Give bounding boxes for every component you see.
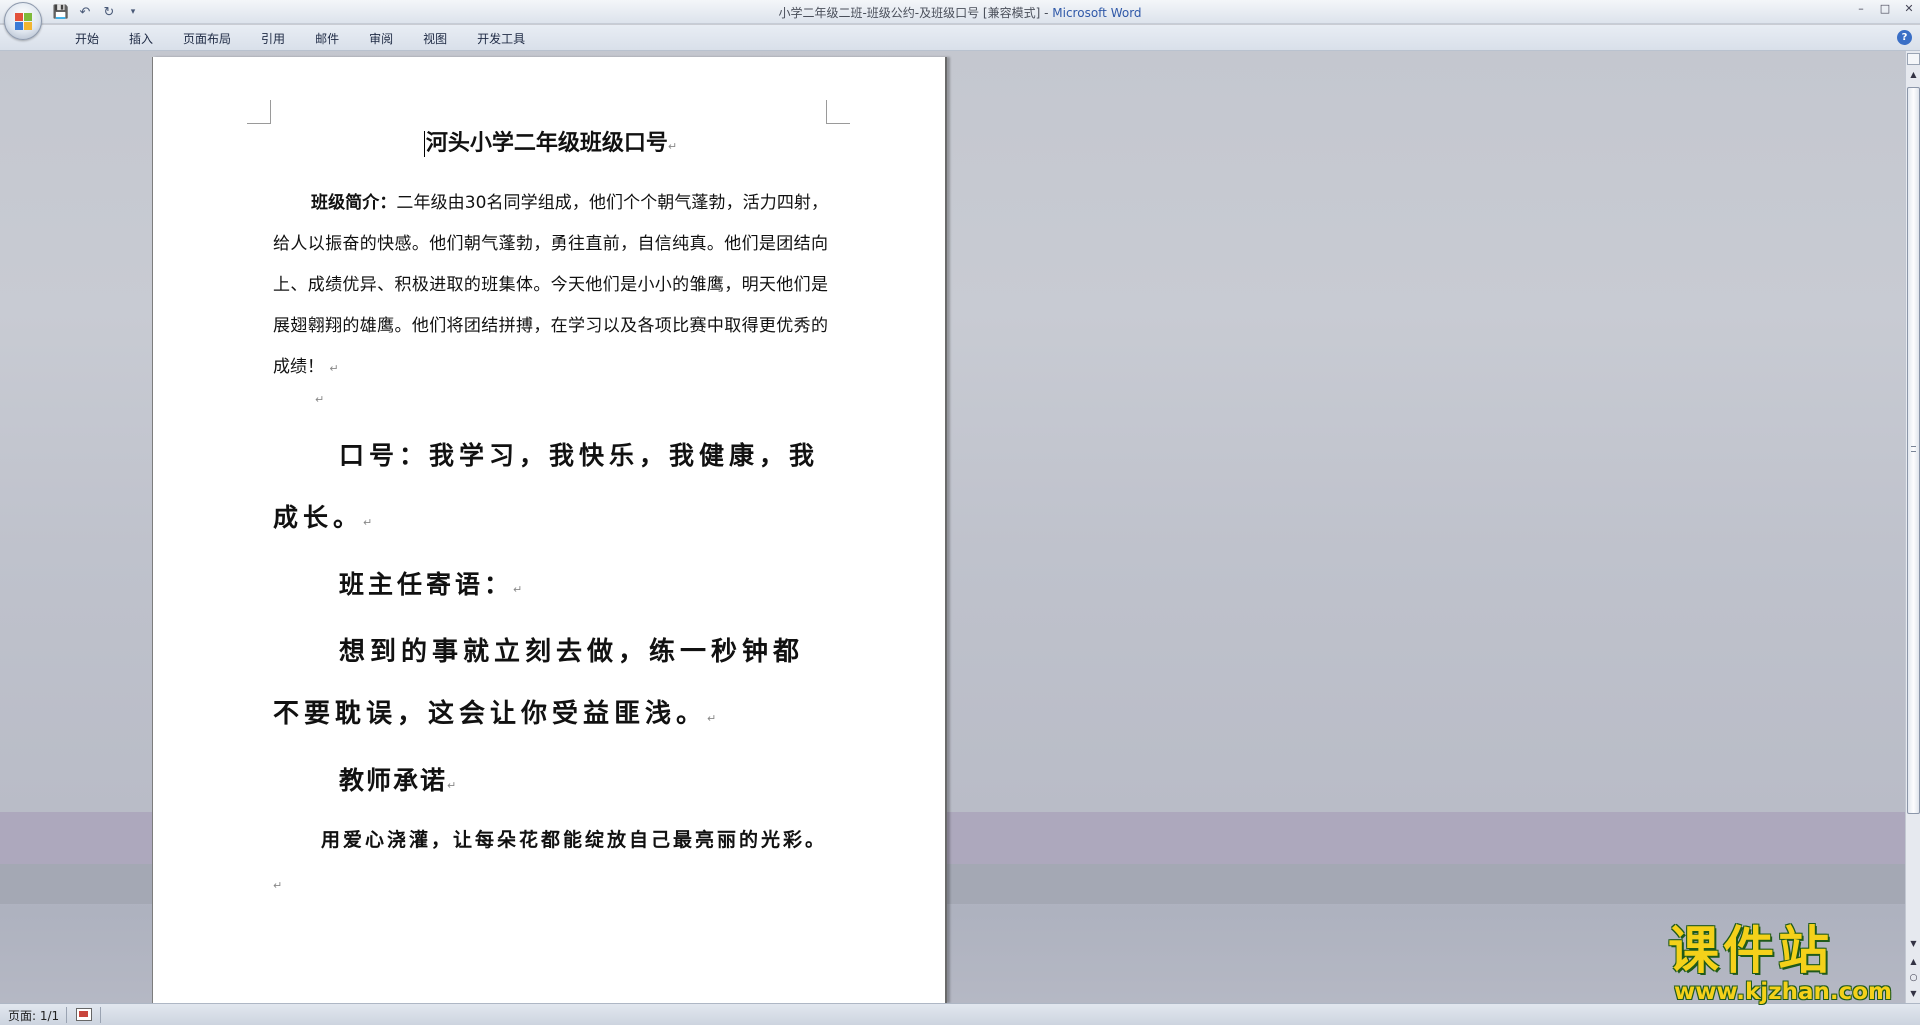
teacher-message-paragraph[interactable]: 想到的事就立刻去做，练一秒钟都不要耽误，这会让你受益匪浅。↵ [273, 621, 828, 750]
watermark-text: 课件站 [1668, 922, 1834, 981]
tab-insert[interactable]: 插入 [114, 30, 168, 48]
tab-review[interactable]: 审阅 [354, 30, 408, 48]
teacher-promise-text: 用爱心浇灌，让每朵花都能绽放自己最亮丽的光彩。 [321, 829, 828, 851]
tab-view[interactable]: 视图 [408, 30, 462, 48]
tab-home[interactable]: 开始 [60, 30, 114, 48]
teacher-message-text: 想到的事就立刻去做，练一秒钟都不要耽误，这会让你受益匪浅。 [273, 637, 805, 729]
title-bar: 💾 ↶ ↻ ▾ 小学二年级二班-班级公约-及班级口号 [兼容模式] - Micr… [0, 0, 1920, 24]
tab-references[interactable]: 引用 [246, 30, 300, 48]
paragraph-mark: ↵ [315, 393, 325, 406]
paragraph-mark: ↵ [513, 583, 527, 596]
scroll-down-icon[interactable]: ▼ [1907, 937, 1920, 951]
paragraph-mark: ↵ [329, 362, 339, 375]
teacher-promise-label[interactable]: 教师承诺↵ [273, 750, 828, 817]
ribbon-tabs-bar: 开始 插入 页面布局 引用 邮件 审阅 视图 开发工具 ? [0, 25, 1920, 51]
status-divider [66, 1007, 67, 1023]
close-icon[interactable]: ✕ [1902, 2, 1916, 16]
scroll-thumb[interactable] [1907, 87, 1920, 814]
watermark: 课件站 www.kjzhan.com [1668, 922, 1902, 1005]
intro-label: 班级简介： [311, 193, 397, 213]
intro-text: 二年级由30名同学组成，他们个个朝气蓬勃，活力四射，给人以振奋的快感。他们朝气蓬… [273, 193, 829, 377]
window-title: 小学二年级二班-班级公约-及班级口号 [兼容模式] - Microsoft Wo… [0, 4, 1920, 21]
paragraph-mark: ↵ [447, 779, 459, 792]
previous-page-icon[interactable]: ▲ [1907, 955, 1920, 969]
select-browse-object-icon[interactable]: ○ [1907, 971, 1920, 985]
minimize-icon[interactable]: – [1854, 2, 1868, 16]
crop-mark [247, 100, 271, 124]
scroll-up-icon[interactable]: ▲ [1907, 68, 1920, 82]
document-name: 小学二年级二班-班级公约-及班级口号 [兼容模式] - [778, 6, 1053, 20]
vertical-scrollbar[interactable]: ▲ ▼ ▲ ○ ▼ [1905, 51, 1920, 1003]
document-page[interactable]: 河头小学二年级班级口号↵ 班级简介：二年级由30名同学组成，他们个个朝气蓬勃，活… [152, 57, 947, 1003]
crop-mark [826, 100, 850, 124]
scroll-grip [1911, 446, 1916, 452]
document-title[interactable]: 河头小学二年级班级口号↵ [273, 127, 828, 161]
paragraph-mark: ↵ [363, 516, 378, 529]
slogan-text: 口号：我学习，我快乐，我健康，我成长。 [273, 441, 820, 532]
teacher-message-label[interactable]: 班主任寄语：↵ [273, 554, 828, 621]
app-name: Microsoft Word [1052, 6, 1142, 20]
teacher-promise-label-text: 教师承诺 [339, 766, 448, 795]
next-page-icon[interactable]: ▼ [1907, 987, 1920, 1001]
paragraph-mark: ↵ [273, 879, 286, 892]
slogan-paragraph[interactable]: 口号：我学习，我快乐，我健康，我成长。↵ [273, 425, 828, 554]
teacher-message-label-text: 班主任寄语： [339, 570, 514, 599]
office-button[interactable] [4, 2, 42, 40]
tab-page-layout[interactable]: 页面布局 [168, 30, 246, 48]
page-count[interactable]: 页面: 1/1 [8, 1007, 59, 1024]
window-controls: – □ ✕ [1854, 2, 1916, 16]
ribbon-tabs: 开始 插入 页面布局 引用 邮件 审阅 视图 开发工具 [60, 30, 540, 48]
class-intro-paragraph[interactable]: 班级简介：二年级由30名同学组成，他们个个朝气蓬勃，活力四射，给人以振奋的快感。… [273, 183, 828, 389]
status-bar: 页面: 1/1 [0, 1003, 1920, 1025]
watermark-url: www.kjzhan.com [1674, 979, 1892, 1005]
teacher-promise-paragraph[interactable]: 用爱心浇灌，让每朵花都能绽放自己最亮丽的光彩。 ↵ [273, 819, 828, 907]
tab-mailings[interactable]: 邮件 [300, 30, 354, 48]
tab-developer[interactable]: 开发工具 [462, 30, 540, 48]
status-divider [100, 1007, 101, 1023]
paragraph-mark: ↵ [667, 140, 678, 153]
office-logo-icon [15, 13, 33, 31]
help-icon[interactable]: ? [1897, 30, 1912, 45]
paragraph-mark: ↵ [707, 712, 722, 725]
maximize-icon[interactable]: □ [1878, 2, 1892, 16]
text-cursor [423, 131, 425, 157]
macro-record-icon[interactable] [76, 1008, 92, 1021]
empty-paragraph[interactable]: ↵ [273, 389, 828, 417]
document-title-text: 河头小学二年级班级口号 [425, 131, 668, 156]
ruler-toggle-button[interactable] [1907, 53, 1920, 65]
document-body[interactable]: 河头小学二年级班级口号↵ 班级简介：二年级由30名同学组成，他们个个朝气蓬勃，活… [273, 127, 828, 907]
